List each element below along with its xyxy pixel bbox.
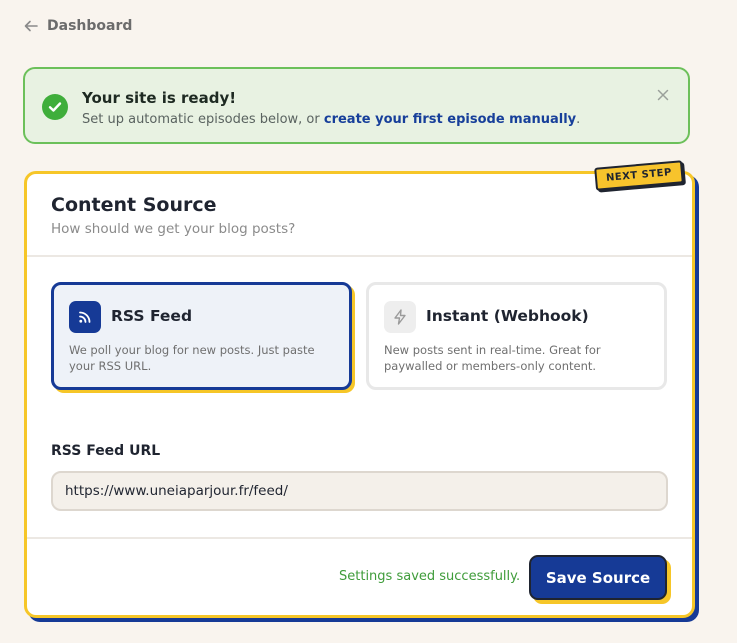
rss-icon: [69, 301, 101, 333]
option-description: We poll your blog for new posts. Just pa…: [69, 343, 315, 373]
close-icon[interactable]: [656, 87, 670, 101]
card-subtitle: How should we get your blog posts?: [51, 221, 296, 237]
check-circle-icon: [42, 94, 68, 120]
lightning-icon: [384, 301, 416, 333]
success-alert: Your site is ready! Set up automatic epi…: [23, 67, 690, 144]
option-label: Instant (Webhook): [426, 307, 589, 325]
header-divider: [27, 255, 692, 257]
option-description: New posts sent in real-time. Great for p…: [384, 343, 601, 373]
alert-message-suffix: .: [576, 112, 581, 127]
card-title: Content Source: [51, 194, 217, 216]
option-label: RSS Feed: [111, 307, 193, 325]
save-status-text: Settings saved successfully.: [339, 569, 521, 584]
rss-url-label: RSS Feed URL: [51, 443, 161, 459]
option-rss-feed[interactable]: RSS Feed We poll your blog for new posts…: [51, 282, 352, 390]
option-webhook[interactable]: Instant (Webhook) New posts sent in real…: [366, 282, 667, 390]
footer-divider: [27, 537, 692, 539]
alert-message: Set up automatic episodes below, or crea…: [82, 112, 580, 127]
create-episode-link[interactable]: create your first episode manually: [324, 112, 576, 127]
next-step-badge: NEXT STEP: [594, 160, 684, 191]
save-source-button[interactable]: Save Source: [529, 555, 667, 600]
content-source-card: NEXT STEP Content Source How should we g…: [24, 160, 699, 622]
arrow-left-icon: [24, 20, 38, 32]
rss-url-input[interactable]: [51, 471, 668, 511]
alert-message-prefix: Set up automatic episodes below, or: [82, 112, 324, 127]
alert-title: Your site is ready!: [82, 89, 237, 107]
back-link-label: Dashboard: [47, 18, 133, 34]
back-to-dashboard-link[interactable]: Dashboard: [24, 18, 132, 34]
card-body: NEXT STEP Content Source How should we g…: [24, 160, 695, 618]
